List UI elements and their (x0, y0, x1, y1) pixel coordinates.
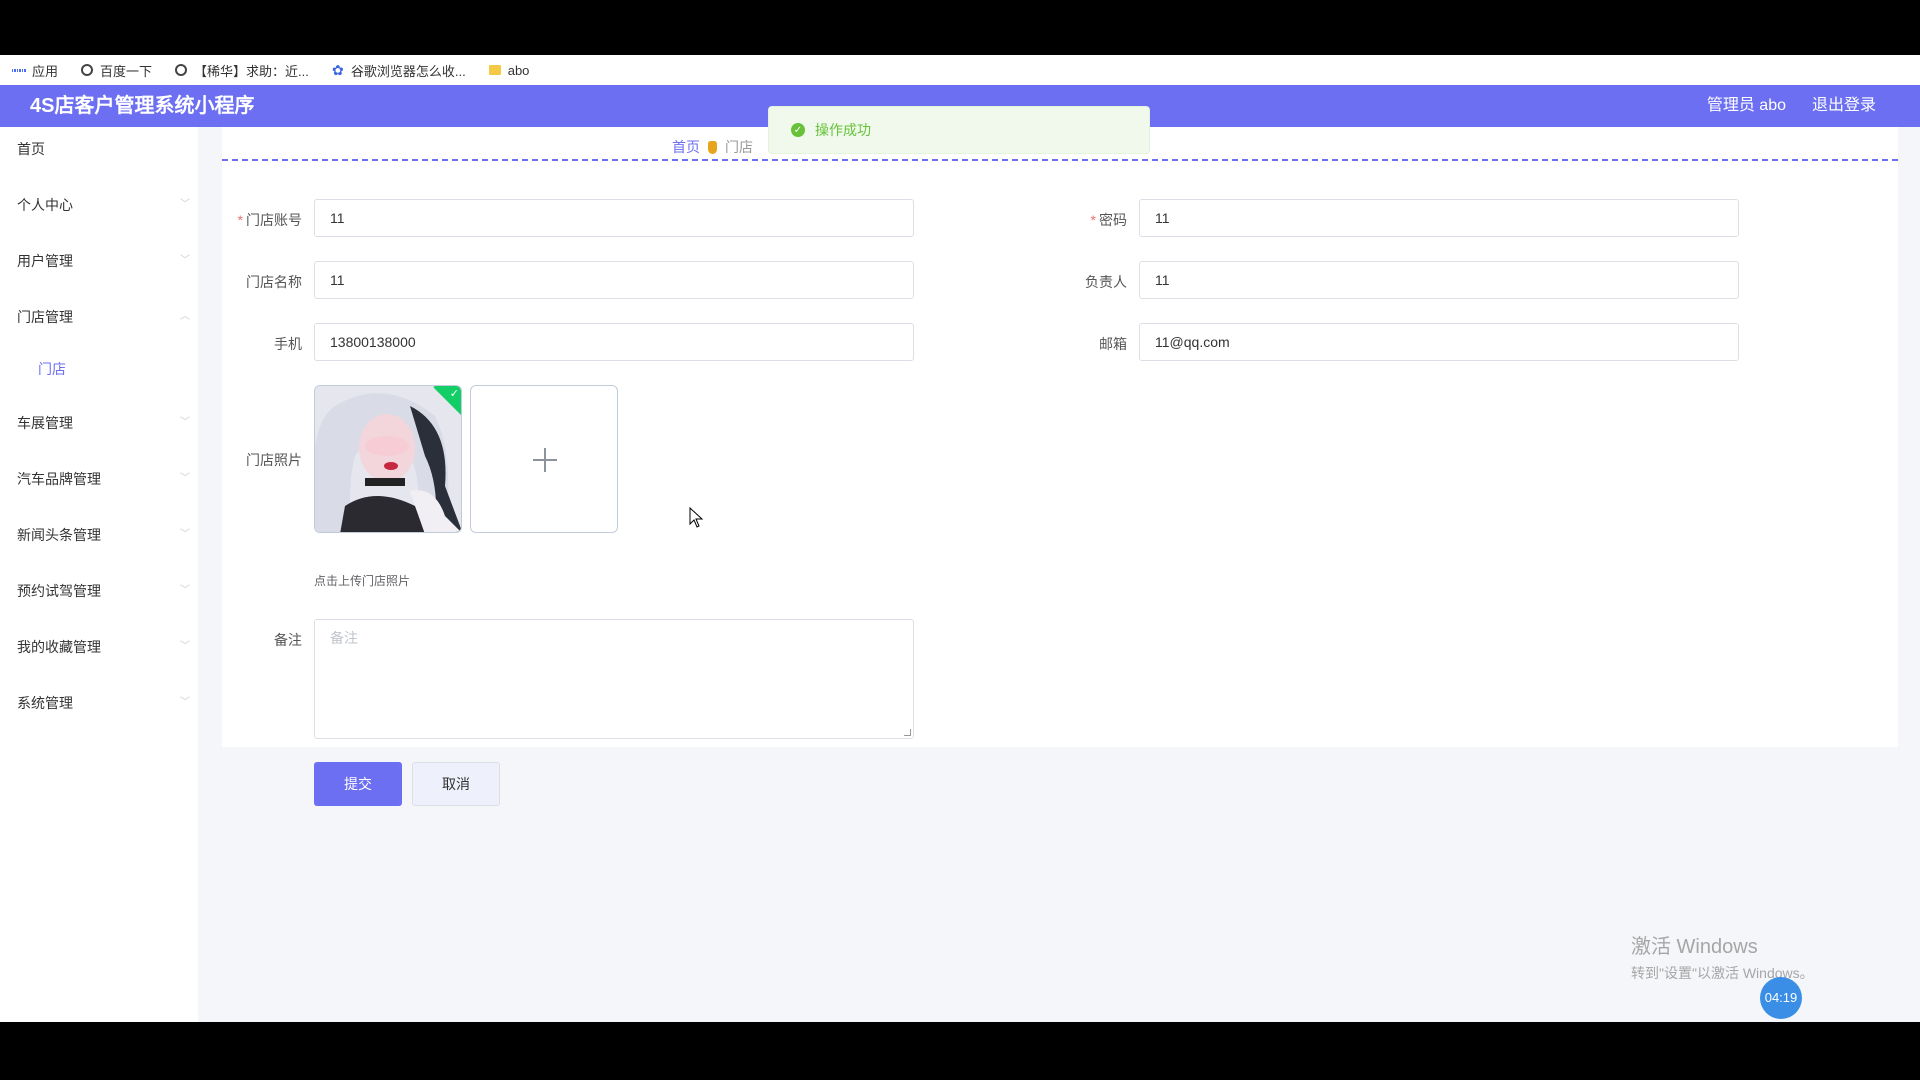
email-label: 邮箱 (1099, 336, 1127, 352)
upload-add-button[interactable] (470, 385, 618, 533)
chevron-down-icon: ﹀ (180, 417, 190, 428)
chevron-up-icon: ︿ (180, 311, 190, 322)
sidebar-item-label: 个人中心 (17, 197, 73, 213)
chevron-down-icon: ﹀ (180, 199, 190, 210)
watermark-line1: 激活 Windows (1631, 936, 1758, 958)
sidebar-item-users[interactable]: 用户管理 ﹀ (0, 239, 198, 279)
sidebar-item-label: 车展管理 (17, 415, 73, 431)
store-name-label: 门店名称 (246, 274, 302, 290)
sidebar-item-store[interactable]: 门店 (0, 347, 198, 387)
sidebar-item-test-drive[interactable]: 预约试驾管理 ﹀ (0, 569, 198, 609)
chevron-down-icon: ﹀ (180, 255, 190, 266)
windows-activation-watermark: 激活 Windows 转到"设置"以激活 Windows。 (1631, 930, 1814, 983)
bookmark-label: 应用 (32, 63, 59, 79)
remark-label: 备注 (274, 632, 302, 648)
sidebar-item-label: 首页 (17, 141, 45, 157)
photo-label: 门店照片 (246, 452, 302, 468)
upload-hint: 点击上传门店照片 (314, 574, 411, 588)
sidebar-item-label: 我的收藏管理 (17, 639, 101, 655)
chevron-down-icon: ﹀ (180, 473, 190, 484)
globe-icon (174, 63, 188, 77)
sidebar-item-label: 门店管理 (17, 309, 73, 325)
current-user: 管理员 abo (1706, 97, 1786, 114)
sidebar-item-label: 预约试驾管理 (17, 583, 101, 599)
breadcrumb-separator-icon (708, 140, 717, 154)
toast-message: 操作成功 (815, 122, 871, 138)
bookmark-help[interactable]: 【稀华】求助：近... (174, 61, 309, 80)
chevron-down-icon: ﹀ (180, 585, 190, 596)
store-name-input[interactable]: 11 (314, 261, 914, 299)
screen-top-black-bar (0, 0, 1920, 55)
check-icon: ✓ (449, 388, 459, 400)
success-toast: ✓ 操作成功 (768, 106, 1150, 154)
sidebar-item-label: 汽车品牌管理 (17, 471, 101, 487)
password-label: * 密码 (1090, 212, 1127, 228)
sidebar-item-profile[interactable]: 个人中心 ﹀ (0, 183, 198, 223)
breadcrumb-divider (222, 159, 1898, 161)
sidebar-item-system[interactable]: 系统管理 ﹀ (0, 681, 198, 721)
sidebar-item-label: 用户管理 (17, 253, 73, 269)
required-mark: * (237, 212, 243, 228)
phone-label: 手机 (274, 336, 302, 352)
bookmark-apps[interactable]: 应用 (11, 61, 59, 80)
sidebar-item-favorites[interactable]: 我的收藏管理 ﹀ (0, 625, 198, 665)
breadcrumb: 首页 门店 (672, 137, 753, 157)
baidu-paw-icon: ✿ (332, 61, 344, 78)
sidebar-item-label: 新闻头条管理 (17, 527, 101, 543)
recording-timer[interactable]: 04:19 (1760, 977, 1802, 1019)
submit-button[interactable]: 提交 (314, 762, 402, 806)
bookmark-baidu[interactable]: 百度一下 (80, 61, 152, 80)
resize-handle-icon[interactable] (904, 729, 911, 736)
chevron-down-icon: ﹀ (180, 529, 190, 540)
account-label: * 门店账号 (237, 212, 302, 228)
app-title: 4S店客户管理系统小程序 (30, 95, 255, 117)
app-window: 4S店客户管理系统小程序 管理员 abo 退出登录 首页 个人中心 ﹀ 用户管理… (0, 85, 1920, 1022)
screen-bottom-black-bar (0, 1022, 1920, 1080)
bookmark-label: 【稀华】求助：近... (194, 63, 309, 79)
success-check-icon: ✓ (791, 123, 805, 137)
photo-image (315, 386, 461, 532)
remark-placeholder: 备注 (330, 630, 358, 646)
chevron-down-icon: ﹀ (180, 641, 190, 652)
sidebar-item-car-show[interactable]: 车展管理 ﹀ (0, 401, 198, 441)
breadcrumb-home[interactable]: 首页 (672, 137, 700, 157)
sidebar-item-label: 门店 (38, 361, 66, 377)
manager-input[interactable]: 11 (1139, 261, 1739, 299)
sidebar-item-label: 系统管理 (17, 695, 73, 711)
breadcrumb-current: 门店 (725, 139, 753, 155)
main-content: 首页 门店 * 门店账号 11 * 密码 11 门店名称 11 负责人 11 手机 … (222, 127, 1898, 806)
logout-button[interactable]: 退出登录 (1812, 85, 1876, 127)
apps-grid-icon (11, 63, 27, 77)
email-input[interactable]: 11@qq.com (1139, 323, 1739, 361)
manager-label: 负责人 (1085, 274, 1127, 290)
password-input[interactable]: 11 (1139, 199, 1739, 237)
sidebar-item-car-brand[interactable]: 汽车品牌管理 ﹀ (0, 457, 198, 497)
bookmark-label: 谷歌浏览器怎么收... (350, 63, 466, 79)
bookmark-label: 百度一下 (100, 63, 153, 79)
phone-input[interactable]: 13800138000 (314, 323, 914, 361)
uploaded-photo-thumbnail[interactable]: ✓ (314, 385, 462, 533)
bookmark-abo[interactable]: abo (488, 62, 530, 78)
bookmark-label: abo (507, 62, 530, 78)
required-mark: * (1090, 212, 1096, 228)
plus-icon (544, 448, 546, 472)
sidebar-item-news[interactable]: 新闻头条管理 ﹀ (0, 513, 198, 553)
account-input[interactable]: 11 (314, 199, 914, 237)
sidebar-item-store-management[interactable]: 门店管理 ︿ (0, 295, 198, 335)
folder-icon (488, 63, 502, 77)
chevron-down-icon: ﹀ (180, 697, 190, 708)
cancel-button[interactable]: 取消 (412, 762, 500, 806)
bookmark-chrome-tip[interactable]: ✿ 谷歌浏览器怎么收... (331, 61, 466, 80)
bookmarks-bar: 应用 百度一下 【稀华】求助：近... ✿ 谷歌浏览器怎么收... abo (0, 55, 1920, 85)
sidebar-item-home[interactable]: 首页 (0, 127, 198, 167)
sidebar: 首页 个人中心 ﹀ 用户管理 ﹀ 门店管理 ︿ 门店 车展管理 ﹀ 汽车品牌管理… (0, 127, 198, 1022)
remark-textarea[interactable]: 备注 (314, 619, 914, 739)
globe-icon (80, 63, 94, 77)
mouse-cursor-icon (689, 507, 704, 528)
